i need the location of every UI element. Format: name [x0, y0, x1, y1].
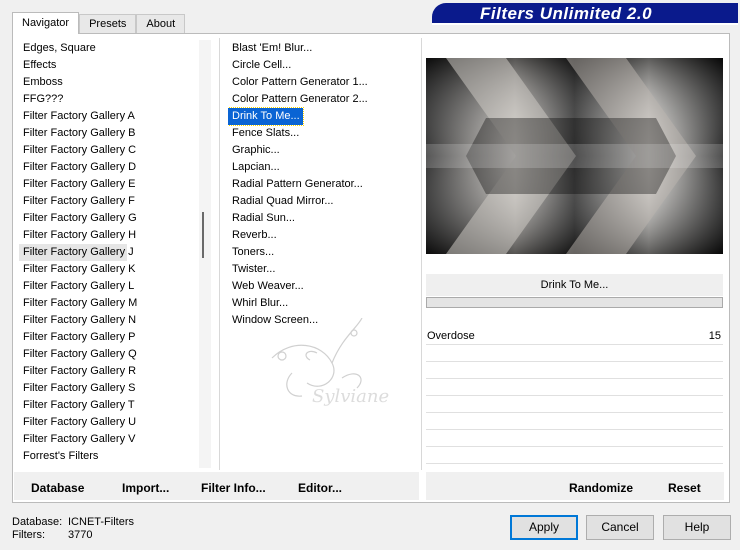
reset-button[interactable]: Reset	[668, 481, 701, 495]
filter-item[interactable]: Drink To Me...	[228, 107, 304, 126]
category-item[interactable]: Filter Factory Gallery B	[19, 125, 199, 142]
cancel-button[interactable]: Cancel	[586, 515, 654, 540]
category-item[interactable]: Filter Factory Gallery H	[19, 227, 199, 244]
category-item[interactable]: Filter Factory Gallery K	[19, 261, 199, 278]
category-item[interactable]: Filter Factory Gallery Q	[19, 346, 199, 363]
filter-item[interactable]: Color Pattern Generator 1...	[228, 74, 418, 91]
apply-button[interactable]: Apply	[510, 515, 578, 540]
category-item[interactable]: Filter Factory Gallery T	[19, 397, 199, 414]
title-banner: Filters Unlimited 2.0	[432, 3, 738, 25]
filter-item[interactable]: Web Weaver...	[228, 278, 418, 295]
category-item[interactable]: Filter Factory Gallery C	[19, 142, 199, 159]
parameter-name: Overdose	[427, 330, 475, 342]
category-item[interactable]: Filter Factory Gallery U	[19, 414, 199, 431]
category-item[interactable]: Emboss	[19, 74, 199, 91]
category-item[interactable]: Filter Factory Gallery D	[19, 159, 199, 176]
filter-item[interactable]: Blast 'Em! Blur...	[228, 40, 418, 57]
category-item[interactable]: FFG???	[19, 91, 199, 108]
parameter-row[interactable]	[426, 362, 723, 379]
filter-item[interactable]: Fence Slats...	[228, 125, 418, 142]
category-item[interactable]: Filter Factory Gallery E	[19, 176, 199, 193]
preview-image	[426, 58, 723, 254]
database-value: ICNET-Filters	[68, 516, 134, 528]
filter-item[interactable]: Twister...	[228, 261, 418, 278]
category-item[interactable]: Filter Factory Gallery V	[19, 431, 199, 448]
category-list[interactable]: Edges, Square Effects Emboss FFG??? Filter F…	[19, 40, 199, 468]
filter-item[interactable]: Color Pattern Generator 2...	[228, 91, 418, 108]
category-item[interactable]: Filter Factory Gallery M	[19, 295, 199, 312]
filters-count-value: 3770	[68, 529, 93, 541]
progress-bar	[426, 297, 723, 308]
filter-item[interactable]: Reverb...	[228, 227, 418, 244]
parameter-row[interactable]	[426, 413, 723, 430]
tab-about[interactable]: About	[136, 14, 186, 34]
selected-filter-name: Drink To Me...	[426, 274, 723, 296]
category-item[interactable]: Filter Factory Gallery G	[19, 210, 199, 227]
help-button[interactable]: Help	[663, 515, 731, 540]
database-button[interactable]: Database	[31, 481, 84, 495]
category-item[interactable]: Filter Factory Gallery J	[19, 244, 134, 261]
category-item[interactable]: Filter Factory Gallery P	[19, 329, 199, 346]
filter-item[interactable]: Radial Sun...	[228, 210, 418, 227]
filter-item[interactable]: Radial Pattern Generator...	[228, 176, 418, 193]
watermark-logo: Sylviane	[262, 317, 412, 438]
parameter-row[interactable]	[426, 396, 723, 413]
tab-navigator[interactable]: Navigator	[12, 12, 80, 34]
parameter-list: Overdose 15	[426, 328, 723, 464]
category-item[interactable]: Forrest's Filters	[19, 448, 199, 465]
parameter-row[interactable]	[426, 430, 723, 447]
filter-item[interactable]: Whirl Blur...	[228, 295, 418, 312]
filters-count-label: Filters:	[12, 529, 45, 541]
filter-item[interactable]: Circle Cell...	[228, 57, 418, 74]
category-item[interactable]: Edges, Square	[19, 40, 199, 57]
right-toolbar: Randomize Reset	[426, 472, 724, 500]
list-divider	[219, 38, 220, 470]
tab-presets[interactable]: Presets	[79, 14, 137, 34]
category-item[interactable]: Filter Factory Gallery A	[19, 108, 199, 125]
floral-ornament-icon	[271, 317, 363, 397]
filter-item[interactable]: Toners...	[228, 244, 418, 261]
parameter-row[interactable]	[426, 447, 723, 464]
watermark-text: Sylviane	[312, 386, 390, 407]
category-item[interactable]: Filter Factory Gallery L	[19, 278, 199, 295]
parameter-value[interactable]: 15	[709, 328, 721, 344]
preview-render	[426, 58, 723, 254]
filter-item[interactable]: Graphic...	[228, 142, 418, 159]
import-button[interactable]: Import...	[122, 481, 169, 495]
editor-button[interactable]: Editor...	[298, 481, 342, 495]
left-toolbar: Database Import... Filter Info... Editor…	[14, 472, 419, 500]
randomize-button[interactable]: Randomize	[569, 481, 633, 495]
category-item[interactable]: Filter Factory Gallery R	[19, 363, 199, 380]
parameter-row[interactable]	[426, 345, 723, 362]
database-label: Database:	[12, 516, 63, 528]
category-scrollbar-thumb[interactable]	[202, 212, 204, 258]
filter-item[interactable]: Radial Quad Mirror...	[228, 193, 418, 210]
category-item[interactable]: Effects	[19, 57, 199, 74]
list-divider	[421, 38, 422, 470]
category-scrollbar[interactable]	[199, 40, 211, 468]
parameter-row[interactable]	[426, 379, 723, 396]
category-item[interactable]: Filter Factory Gallery F	[19, 193, 199, 210]
app-title: Filters Unlimited 2.0	[480, 4, 653, 23]
filter-item[interactable]: Lapcian...	[228, 159, 418, 176]
category-item[interactable]: Filter Factory Gallery N	[19, 312, 199, 329]
filter-info-button[interactable]: Filter Info...	[201, 481, 266, 495]
banner-stripe	[432, 23, 738, 25]
parameter-row[interactable]: Overdose 15	[426, 328, 723, 345]
tab-bar: Navigator Presets About	[12, 12, 186, 34]
category-item[interactable]: Filter Factory Gallery S	[19, 380, 199, 397]
